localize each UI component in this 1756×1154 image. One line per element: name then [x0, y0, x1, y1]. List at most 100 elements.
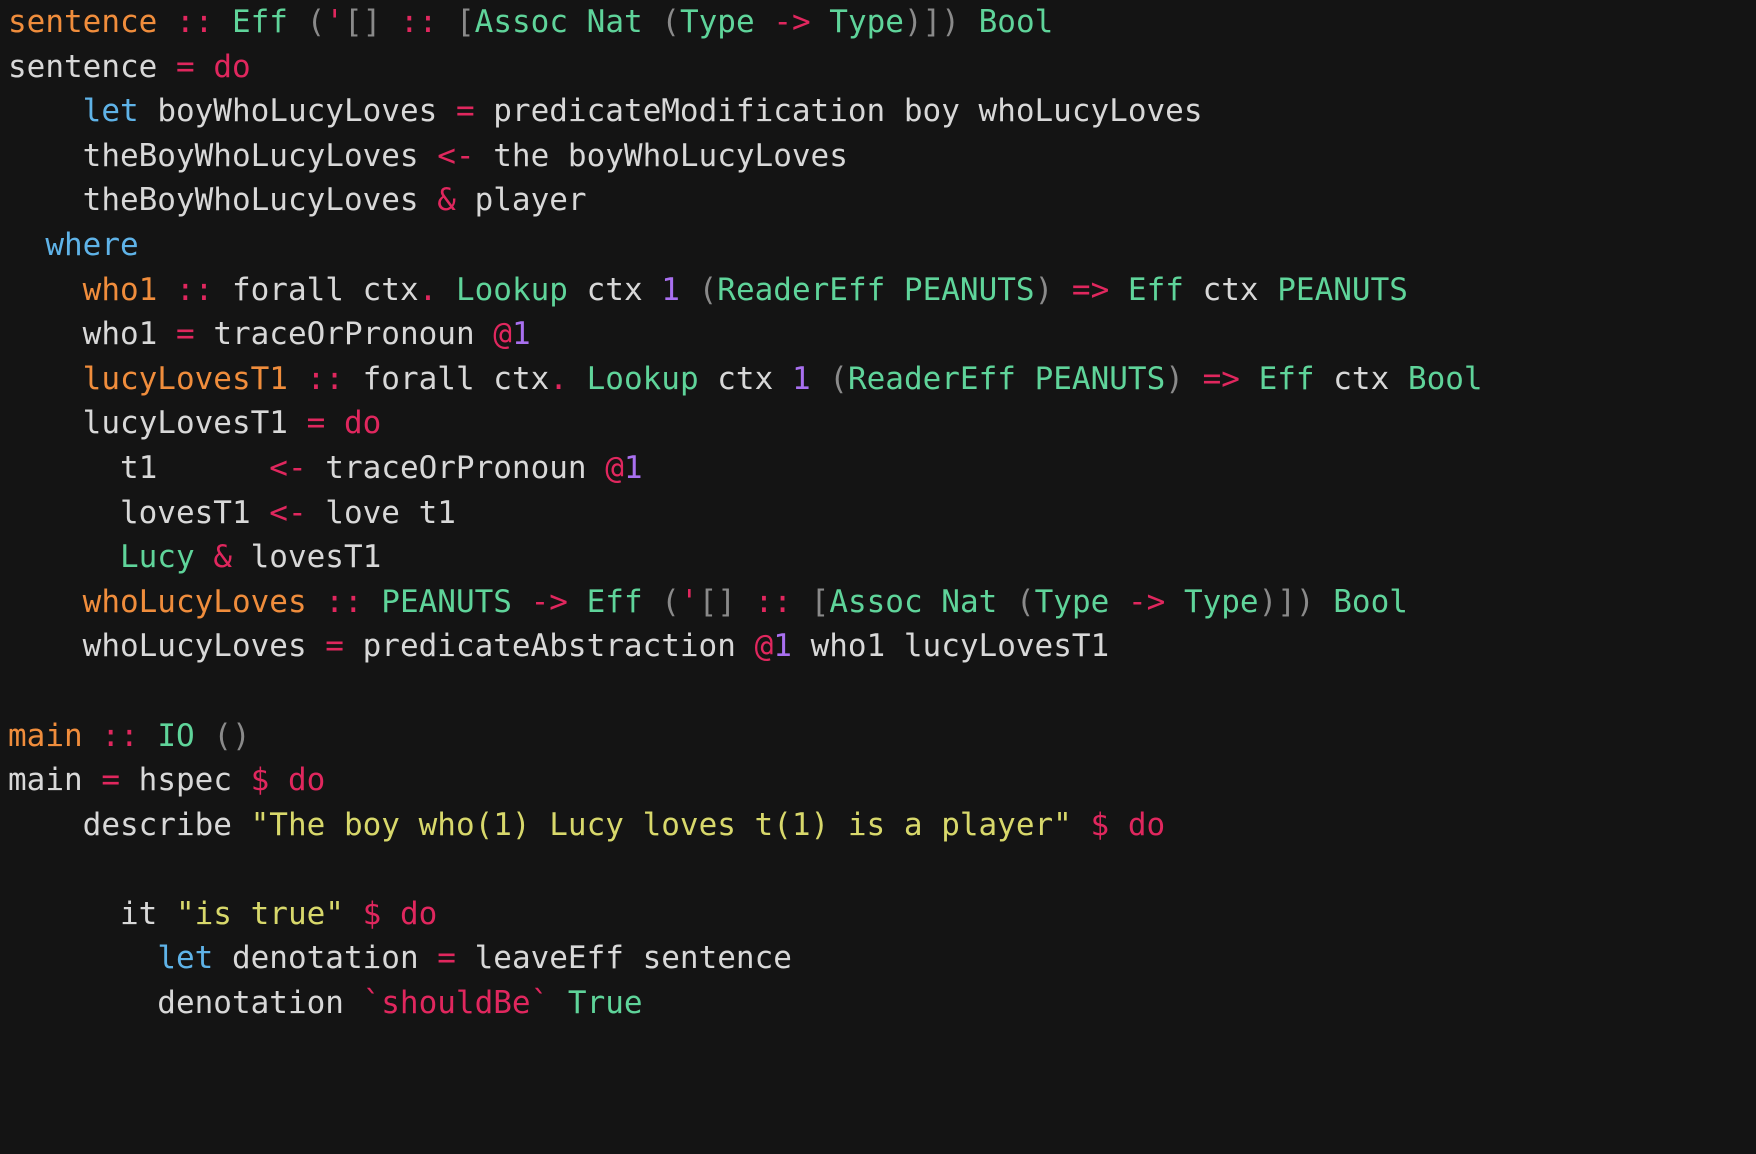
code-token: ReaderEff PEANUTS [717, 271, 1035, 308]
code-token: ( [698, 271, 718, 308]
code-token: predicateAbstraction [343, 628, 755, 665]
code-token: where [45, 226, 139, 263]
code-line[interactable]: main :: IO () [8, 714, 1756, 759]
code-token: @ [493, 316, 512, 353]
code-line[interactable]: whoLucyLoves = predicateAbstraction @1 w… [8, 624, 1756, 669]
code-token: who1 [82, 271, 158, 308]
code-line[interactable]: describe "The boy who(1) Lucy loves t(1)… [8, 803, 1756, 848]
code-line[interactable]: Lucy & lovesT1 [8, 535, 1756, 580]
code-token: forall ctx [343, 360, 550, 397]
code-token: it [8, 895, 176, 932]
code-line[interactable]: ​ [8, 847, 1756, 892]
code-token: main [8, 762, 102, 799]
code-line[interactable]: who1 = traceOrPronoun @1 [8, 312, 1756, 357]
code-token: [ [456, 4, 475, 40]
code-token: Type [1165, 583, 1259, 620]
code-token: whoLucyLoves [8, 628, 326, 665]
code-token: traceOrPronoun [194, 316, 494, 353]
code-token: main [8, 717, 83, 754]
code-token: denotation [213, 940, 438, 977]
code-token: ) [1165, 360, 1184, 397]
code-token: PEANUTS [381, 583, 512, 620]
code-line[interactable]: let denotation = leaveEff sentence [8, 936, 1756, 981]
code-token: boyWhoLucyLoves [138, 93, 456, 130]
code-token: @ [605, 449, 624, 486]
code-token: do [288, 762, 326, 799]
code-line[interactable]: sentence :: Eff ('[] :: [Assoc Nat (Type… [8, 0, 1756, 45]
code-line[interactable]: theBoyWhoLucyLoves <- the boyWhoLucyLove… [8, 134, 1756, 179]
code-token: = [325, 628, 344, 665]
code-line[interactable]: it "is true" $ do [8, 892, 1756, 937]
code-token: <- [269, 449, 307, 486]
code-line[interactable]: ​ [8, 669, 1756, 714]
code-token: leaveEff sentence [455, 940, 792, 977]
code-token: Type [679, 4, 774, 40]
code-token: Eff [1127, 271, 1184, 308]
code-token: :: [306, 360, 344, 397]
code-line[interactable]: whoLucyLoves :: PEANUTS -> Eff ('[] :: [… [8, 580, 1756, 625]
code-line[interactable]: let boyWhoLucyLoves = predicateModificat… [8, 89, 1756, 134]
code-token: [ [810, 583, 830, 620]
code-line[interactable]: lucyLovesT1 :: forall ctx. Lookup ctx 1 … [8, 357, 1756, 402]
code-editor-content[interactable]: sentence :: Eff ('[] :: [Assoc Nat (Type… [0, 0, 1756, 1026]
code-token: Bool [1333, 583, 1408, 620]
code-token: ( [306, 4, 326, 40]
code-token: => [1202, 360, 1240, 397]
code-token: Lookup [455, 271, 568, 308]
code-token: IO [157, 717, 195, 754]
code-line[interactable]: theBoyWhoLucyLoves & player [8, 178, 1756, 223]
code-token: @ [754, 628, 774, 665]
code-line[interactable]: lucyLovesT1 = do [8, 401, 1756, 446]
code-token: -> [1127, 583, 1166, 620]
code-token: ( [829, 360, 848, 397]
code-line[interactable]: lovesT1 <- love t1 [8, 491, 1756, 536]
code-token: :: [400, 4, 438, 40]
code-token: the boyWhoLucyLoves [474, 137, 848, 174]
code-token: -> [530, 583, 568, 620]
code-token: [] [344, 4, 382, 40]
code-line[interactable]: denotation `shouldBe` True [8, 981, 1756, 1026]
code-line[interactable]: main = hspec $ do [8, 758, 1756, 803]
code-token: -> [773, 4, 811, 40]
code-token: & [437, 182, 456, 219]
code-line[interactable]: where [8, 223, 1756, 268]
code-token: 1 [773, 628, 792, 665]
code-token: $ [1090, 806, 1110, 843]
code-token: & [213, 539, 232, 576]
code-token: "The boy who(1) Lucy loves t(1) is a pla… [250, 806, 1072, 843]
code-token: . [549, 360, 568, 397]
code-token: True [567, 985, 643, 1022]
code-token: forall ctx [213, 271, 419, 308]
code-line[interactable]: sentence = do [8, 45, 1756, 90]
code-line[interactable]: who1 :: forall ctx. Lookup ctx 1 (Reader… [8, 268, 1756, 313]
code-token: sentence [8, 4, 158, 40]
code-token: ctx [1183, 271, 1278, 308]
code-token: player [455, 182, 587, 219]
code-token: ) [1034, 271, 1054, 308]
code-token: $ [362, 895, 382, 932]
code-token: "is true" [175, 895, 344, 932]
code-token: [] [698, 583, 736, 620]
code-token: sentence [8, 48, 176, 85]
code-token: t1 [8, 449, 270, 486]
code-line[interactable]: t1 <- traceOrPronoun @1 [8, 446, 1756, 491]
code-token: do [213, 48, 251, 85]
code-token: ctx [567, 271, 662, 308]
code-token: Bool [1407, 360, 1483, 397]
